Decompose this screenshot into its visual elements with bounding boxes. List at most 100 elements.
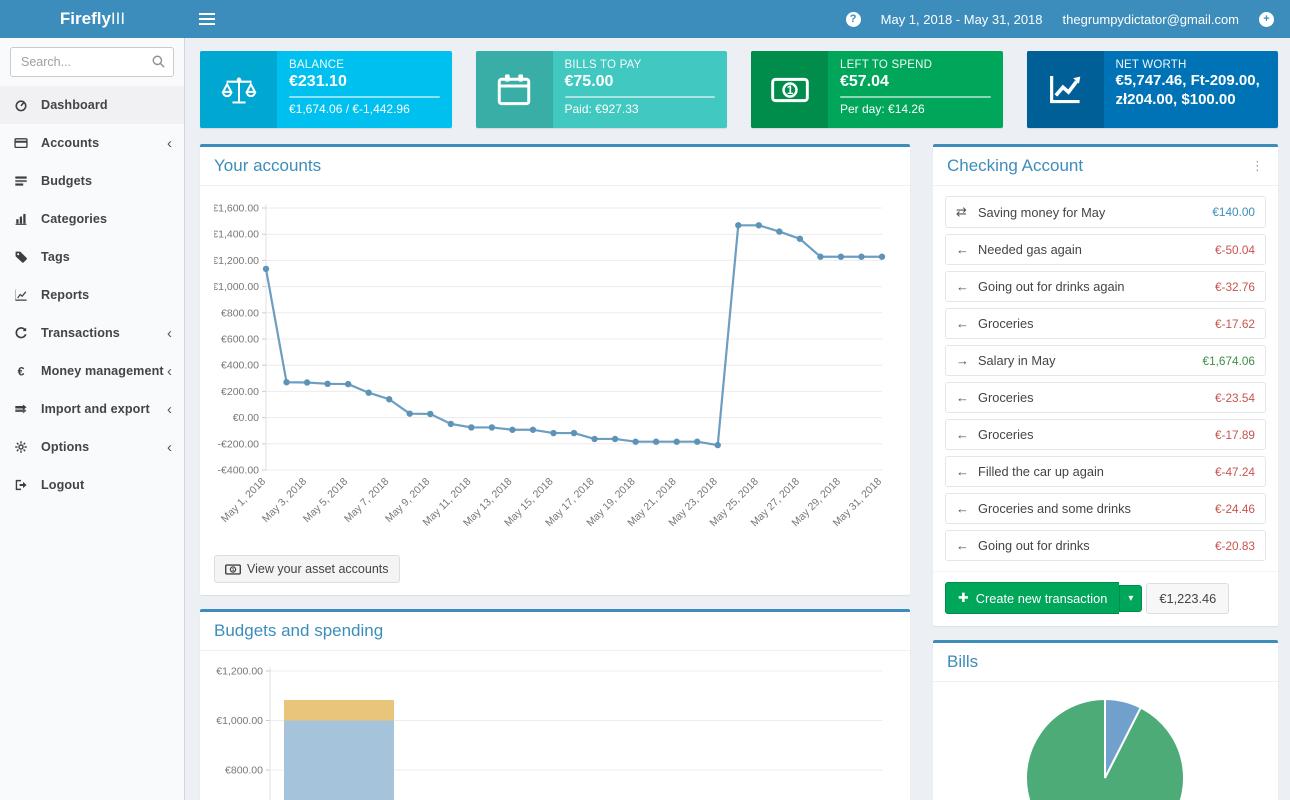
sidebar-item-label: Tags (41, 250, 70, 264)
date-range[interactable]: May 1, 2018 - May 31, 2018 (881, 12, 1043, 27)
transaction-description: Filled the car up again (978, 464, 1104, 479)
transaction-amount: €-23.54 (1215, 391, 1255, 405)
view-asset-accounts-button[interactable]: 1 View your asset accounts (214, 555, 400, 583)
transaction-amount: €-17.89 (1215, 428, 1255, 442)
bills-pie-chart[interactable] (947, 690, 1260, 800)
transaction-row[interactable]: ←Needed gas again €-50.04 (945, 234, 1266, 265)
checking-panel-footer: ✚ Create new transaction ▾ €1,223.46 (933, 571, 1278, 626)
sidebar: DashboardAccounts‹BudgetsCategoriesTagsR… (0, 38, 185, 800)
withdrawal-icon: ← (956, 427, 978, 442)
dashboard-icon (14, 97, 34, 113)
info-box-balance: BALANCE€231.10€1,674.06 / €-1,442.96 (200, 51, 452, 128)
svg-text:€1,200.00: €1,200.00 (214, 255, 259, 267)
sidebar-item-label: Accounts (41, 136, 99, 150)
svg-text:€1,600.00: €1,600.00 (214, 203, 259, 215)
checking-account-title[interactable]: Checking Account (947, 156, 1083, 176)
svg-text:€: € (18, 364, 25, 378)
transaction-row[interactable]: ⇄Saving money for May€140.00 (945, 196, 1266, 228)
sidebar-item-accounts[interactable]: Accounts‹ (0, 124, 184, 162)
svg-text:€200.00: €200.00 (221, 386, 259, 398)
transaction-row[interactable]: ←Going out for drinks again €-32.76 (945, 271, 1266, 302)
withdrawal-icon: ← (956, 316, 978, 331)
info-box-label: BALANCE (289, 59, 440, 71)
svg-text:€800.00: €800.00 (225, 765, 263, 777)
transaction-row[interactable]: →Salary in May €1,674.06 (945, 345, 1266, 376)
svg-text:€600.00: €600.00 (221, 334, 259, 346)
withdrawal-icon: ← (956, 464, 978, 479)
transaction-description: Going out for drinks again (978, 279, 1125, 294)
info-box-row: BALANCE€231.10€1,674.06 / €-1,442.96 BILL… (200, 51, 1278, 128)
transfer-icon: ⇄ (956, 204, 978, 220)
withdrawal-icon: ← (956, 279, 978, 294)
accounts-panel: Your accounts €1,600.00€1,400.00€1,200.0… (200, 144, 910, 595)
budgets-panel: Budgets and spending €1,200.00€1,000.00€… (200, 609, 910, 800)
svg-text:€1,000.00: €1,000.00 (216, 715, 263, 727)
sidebar-item-reports[interactable]: Reports (0, 276, 184, 314)
transaction-description: Salary in May (978, 353, 1056, 368)
caret-down-icon: ▾ (1128, 593, 1133, 604)
search-input[interactable] (10, 47, 174, 77)
transaction-amount: €-50.04 (1215, 243, 1255, 257)
main-content: Firefly III What's playing? Home BALANCE… (185, 0, 1290, 800)
chevron-left-icon: ‹ (167, 440, 172, 455)
svg-text:-€400.00: -€400.00 (218, 465, 260, 477)
budgets-panel-title[interactable]: Budgets and spending (214, 621, 383, 641)
transaction-row[interactable]: ←Filled the car up again €-47.24 (945, 456, 1266, 487)
transaction-amount: €1,674.06 (1203, 354, 1255, 368)
help-icon[interactable]: ? (846, 12, 861, 27)
plus-icon[interactable]: + (1259, 12, 1274, 27)
transaction-description: Needed gas again (978, 242, 1082, 257)
sidebar-item-logout[interactable]: Logout (0, 466, 184, 504)
sidebar-item-label: Logout (41, 478, 84, 492)
info-box-value: €57.04 (840, 72, 991, 92)
sidebar-item-transactions[interactable]: Transactions‹ (0, 314, 184, 352)
sidebar-item-label: Import and export (41, 402, 150, 416)
ellipsis-icon[interactable]: ⋮ (1251, 158, 1264, 174)
brand-bold: Firefly (60, 9, 111, 29)
transaction-description: Groceries (978, 427, 1033, 442)
sidebar-item-label: Reports (41, 288, 89, 302)
brand-logo[interactable]: FireflyIII (0, 0, 185, 38)
svg-text:1: 1 (786, 84, 793, 97)
create-transaction-button[interactable]: ✚ Create new transaction (945, 582, 1119, 614)
transaction-row[interactable]: ←Groceries€-17.62 (945, 308, 1266, 339)
transaction-row[interactable]: ←Groceries €-17.89 (945, 419, 1266, 450)
sidebar-item-dashboard[interactable]: Dashboard (0, 86, 184, 124)
transaction-amount: €-47.24 (1215, 465, 1255, 479)
sidebar-search (10, 47, 174, 77)
chevron-left-icon: ‹ (167, 364, 172, 379)
svg-text:-€200.00: -€200.00 (218, 438, 260, 450)
info-box-net-worth: NET WORTH€5,747.46, Ft-209.00, zł204.00,… (1027, 51, 1279, 128)
budgets-bar-chart[interactable]: €1,200.00€1,000.00€800.00€600.00€400.00€… (214, 659, 894, 800)
sidebar-item-tags[interactable]: Tags (0, 238, 184, 276)
create-transaction-dropdown[interactable]: ▾ (1119, 585, 1142, 612)
transaction-amount: €-32.76 (1215, 280, 1255, 294)
transaction-row[interactable]: ←Groceries and some drinks€-24.46 (945, 493, 1266, 524)
sidebar-item-import-and-export[interactable]: Import and export‹ (0, 390, 184, 428)
transaction-amount: €140.00 (1212, 205, 1255, 219)
sidebar-item-money-management[interactable]: €Money management‹ (0, 352, 184, 390)
import-export-icon (14, 401, 34, 417)
info-box-bills-to-pay: BILLS TO PAY€75.00Paid: €927.33 (476, 51, 728, 128)
transactions-icon (14, 325, 34, 341)
sidebar-toggle-button[interactable] (185, 0, 229, 38)
sidebar-item-categories[interactable]: Categories (0, 200, 184, 238)
sidebar-menu: DashboardAccounts‹BudgetsCategoriesTagsR… (0, 86, 184, 504)
transaction-row[interactable]: ←Groceries€-23.54 (945, 382, 1266, 413)
deposit-icon: → (956, 353, 978, 368)
transaction-row[interactable]: ←Going out for drinks€-20.83 (945, 530, 1266, 561)
sidebar-item-label: Budgets (41, 174, 92, 188)
withdrawal-icon: ← (956, 242, 978, 257)
sidebar-item-budgets[interactable]: Budgets (0, 162, 184, 200)
accounts-panel-title[interactable]: Your accounts (214, 156, 321, 176)
accounts-line-chart[interactable]: €1,600.00€1,400.00€1,200.00€1,000.00€800… (214, 194, 894, 544)
sidebar-item-options[interactable]: Options‹ (0, 428, 184, 466)
budgets-icon (14, 173, 34, 189)
money-icon: 1 (225, 564, 241, 575)
user-email[interactable]: thegrumpydictator@gmail.com (1063, 12, 1239, 27)
info-box-value: €5,747.46, Ft-209.00, zł204.00, $100.00 (1116, 72, 1267, 110)
bills-panel-title[interactable]: Bills (947, 652, 978, 672)
options-icon (14, 439, 34, 455)
money-bill-icon: 1 (751, 51, 828, 128)
info-box-progress (840, 96, 991, 98)
